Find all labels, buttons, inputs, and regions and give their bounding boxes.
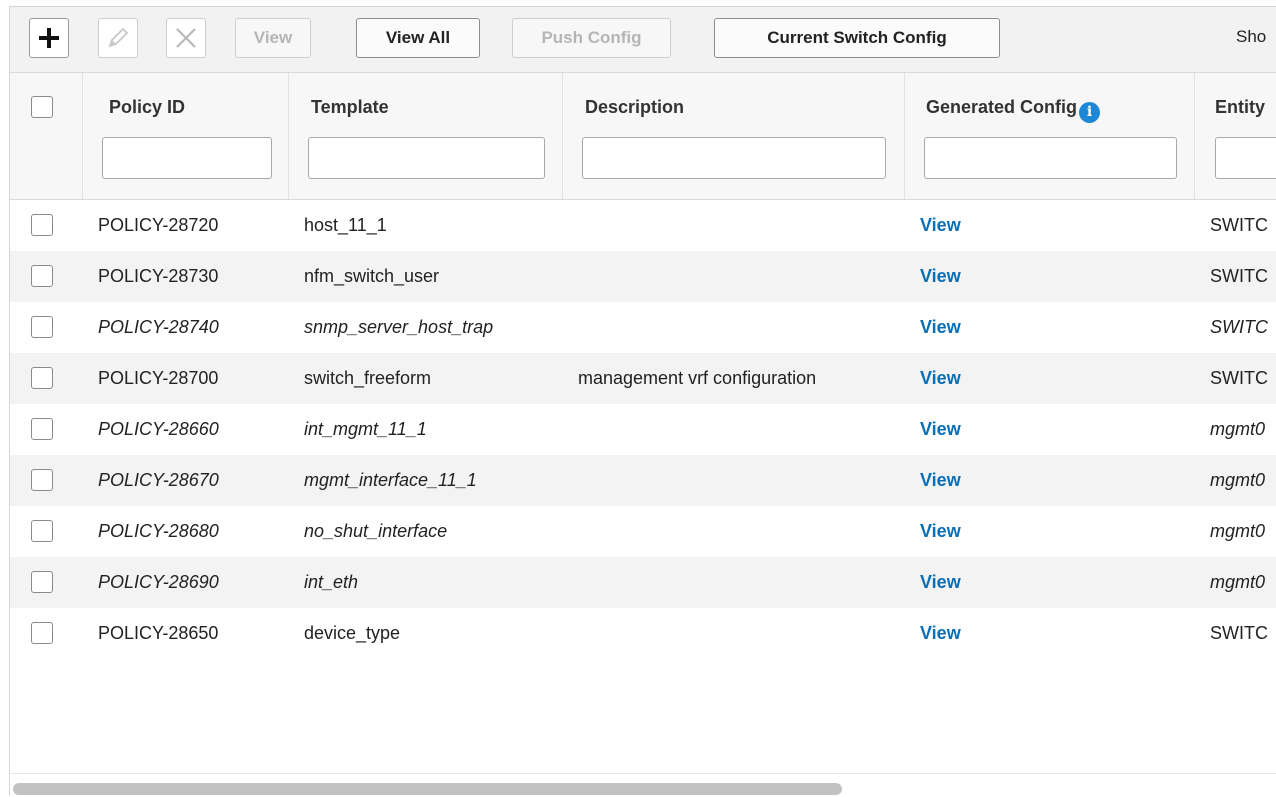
template-cell: int_eth [304, 572, 359, 592]
template-cell: nfm_switch_user [304, 266, 440, 286]
table-row[interactable]: POLICY-28670 mgmt_interface_11_1 View mg… [10, 455, 1276, 506]
table-row[interactable]: POLICY-28680 no_shut_interface View mgmt… [10, 506, 1276, 557]
description-filter-input[interactable] [582, 137, 886, 179]
table-row[interactable]: POLICY-28650 device_type View SWITC [10, 608, 1276, 659]
table-row[interactable]: POLICY-28720 host_11_1 View SWITC [10, 200, 1276, 251]
table-header: Policy ID Template Description Generated… [10, 73, 1276, 200]
plus-icon [39, 28, 59, 48]
policy-id-cell: POLICY-28650 [98, 623, 219, 643]
policy-id-filter-input[interactable] [102, 137, 272, 179]
row-checkbox[interactable] [31, 622, 53, 644]
template-filter-input[interactable] [308, 137, 545, 179]
row-checkbox[interactable] [31, 214, 53, 236]
entity-filter-input[interactable] [1215, 137, 1276, 179]
generated-config-view-link[interactable]: View [920, 200, 961, 251]
generated-config-filter-input[interactable] [924, 137, 1177, 179]
entity-cell: SWITC [1210, 317, 1268, 337]
row-checkbox[interactable] [31, 469, 53, 491]
header-description: Description [562, 73, 904, 199]
row-checkbox[interactable] [31, 367, 53, 389]
entity-cell: SWITC [1210, 623, 1268, 643]
policy-id-cell: POLICY-28740 [98, 317, 219, 337]
row-checkbox[interactable] [31, 571, 53, 593]
policy-id-cell: POLICY-28660 [98, 419, 219, 439]
delete-policy-button[interactable] [166, 18, 206, 58]
show-label: Sho [1236, 27, 1267, 46]
template-cell: snmp_server_host_trap [304, 317, 494, 337]
description-header[interactable]: Description [585, 97, 684, 118]
select-all-checkbox[interactable] [31, 96, 53, 118]
view-button[interactable]: View [235, 18, 311, 58]
entity-cell: mgmt0 [1210, 521, 1266, 541]
x-icon [176, 28, 196, 48]
generated-config-view-link[interactable]: View [920, 353, 961, 404]
template-cell: device_type [304, 623, 401, 643]
generated-config-header-label: Generated Config [926, 97, 1078, 117]
add-policy-button[interactable] [29, 18, 69, 58]
policy-id-cell: POLICY-28730 [98, 266, 219, 286]
policy-id-cell: POLICY-28680 [98, 521, 219, 541]
toolbar: View View All Push Config Current Switch… [10, 7, 1276, 73]
header-template: Template [288, 73, 562, 199]
policy-id-header[interactable]: Policy ID [109, 97, 185, 118]
row-checkbox[interactable] [31, 265, 53, 287]
entity-cell: SWITC [1210, 266, 1268, 286]
table-row[interactable]: POLICY-28730 nfm_switch_user View SWITC [10, 251, 1276, 302]
entity-cell: mgmt0 [1210, 470, 1266, 490]
header-select-col [10, 73, 82, 199]
view-all-button[interactable]: View All [356, 18, 480, 58]
entity-cell: SWITC [1210, 368, 1268, 388]
table-row[interactable]: POLICY-28690 int_eth View mgmt0 [10, 557, 1276, 608]
entity-cell: mgmt0 [1210, 572, 1266, 592]
policy-id-cell: POLICY-28670 [98, 470, 219, 490]
push-config-button[interactable]: Push Config [512, 18, 671, 58]
header-policy-id: Policy ID [82, 73, 288, 199]
horizontal-scrollbar-thumb[interactable] [13, 783, 842, 795]
entity-cell: mgmt0 [1210, 419, 1266, 439]
policy-table-panel: View View All Push Config Current Switch… [9, 6, 1276, 797]
entity-header[interactable]: Entity [1215, 97, 1265, 118]
horizontal-scrollbar[interactable] [10, 773, 1276, 797]
table-row[interactable]: POLICY-28660 int_mgmt_11_1 View mgmt0 [10, 404, 1276, 455]
header-generated-config: Generated Config i [904, 73, 1194, 199]
info-icon[interactable]: i [1079, 102, 1101, 123]
table-row[interactable]: POLICY-28740 snmp_server_host_trap View … [10, 302, 1276, 353]
template-cell: int_mgmt_11_1 [304, 419, 427, 439]
template-header[interactable]: Template [311, 97, 389, 118]
template-cell: no_shut_interface [304, 521, 448, 541]
generated-config-view-link[interactable]: View [920, 557, 961, 608]
policy-id-cell: POLICY-28720 [98, 215, 219, 235]
generated-config-view-link[interactable]: View [920, 506, 961, 557]
current-switch-config-button[interactable]: Current Switch Config [714, 18, 1000, 58]
table-row[interactable]: POLICY-28700 switch_freeform management … [10, 353, 1276, 404]
generated-config-view-link[interactable]: View [920, 608, 961, 659]
pencil-icon [108, 27, 129, 48]
generated-config-header[interactable]: Generated Config i [926, 97, 1101, 123]
entity-cell: SWITC [1210, 215, 1268, 235]
policy-id-cell: POLICY-28700 [98, 368, 219, 388]
header-entity: Entity [1194, 73, 1276, 199]
description-cell: management vrf configuration [578, 368, 817, 388]
edit-policy-button[interactable] [98, 18, 138, 58]
policy-id-cell: POLICY-28690 [98, 572, 219, 592]
generated-config-view-link[interactable]: View [920, 455, 961, 506]
row-checkbox[interactable] [31, 418, 53, 440]
template-cell: mgmt_interface_11_1 [304, 470, 477, 490]
row-checkbox[interactable] [31, 316, 53, 338]
template-cell: switch_freeform [304, 368, 432, 388]
generated-config-view-link[interactable]: View [920, 302, 961, 353]
generated-config-view-link[interactable]: View [920, 404, 961, 455]
generated-config-view-link[interactable]: View [920, 251, 961, 302]
template-cell: host_11_1 [304, 215, 387, 235]
row-checkbox[interactable] [31, 520, 53, 542]
